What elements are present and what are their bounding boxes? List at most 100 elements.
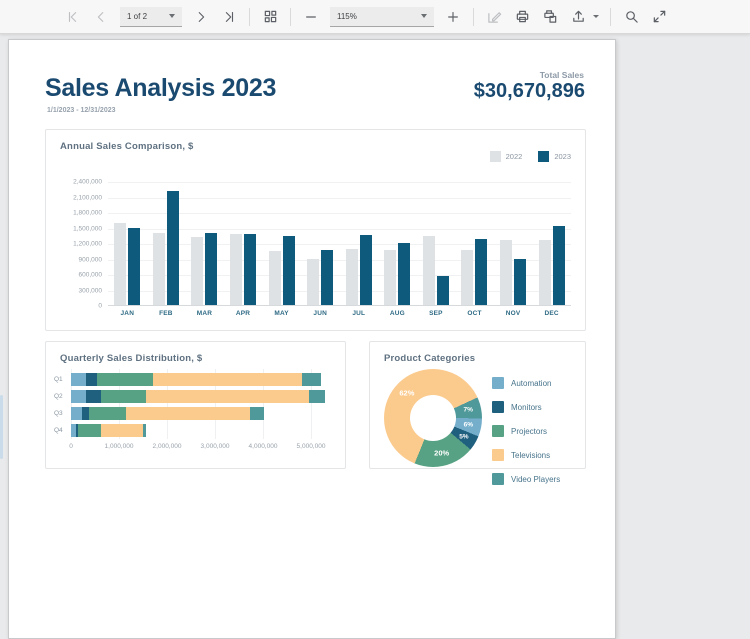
y-axis-tick: 1,200,000 bbox=[56, 241, 102, 248]
legend-label: 2023 bbox=[554, 152, 571, 161]
segment-monitors bbox=[86, 390, 101, 403]
chevron-down-icon bbox=[169, 14, 175, 18]
quarterly-x-axis: 01,000,0002,000,0003,000,0004,000,0005,0… bbox=[71, 443, 321, 453]
bar-2022 bbox=[191, 237, 203, 305]
legend-item: Video Players bbox=[492, 467, 560, 491]
zoom-in-button[interactable] bbox=[440, 4, 466, 30]
x-axis-label: JAN bbox=[108, 310, 147, 317]
x-axis-label: OCT bbox=[455, 310, 494, 317]
segment-projectors bbox=[78, 424, 101, 437]
y-axis-tick: 2,100,000 bbox=[56, 194, 102, 201]
last-page-button[interactable] bbox=[216, 4, 242, 30]
annual-y-axis: 2,400,0002,100,0001,800,0001,500,0001,20… bbox=[56, 182, 102, 306]
page-number-select[interactable]: 1 of 2 bbox=[120, 7, 182, 27]
print-page-button[interactable] bbox=[537, 4, 563, 30]
export-up-icon bbox=[571, 9, 586, 24]
bar-2022 bbox=[384, 250, 396, 305]
legend-swatch bbox=[492, 425, 504, 437]
segment-video-players bbox=[309, 390, 325, 403]
bar-2023 bbox=[553, 226, 565, 305]
fullscreen-icon bbox=[652, 9, 667, 24]
zoom-out-button[interactable] bbox=[298, 4, 324, 30]
bar-2023 bbox=[514, 259, 526, 306]
segment-video-players bbox=[250, 407, 264, 420]
x-axis-tick: 0 bbox=[69, 443, 73, 450]
quarterly-bars: Q1Q2Q3Q4 bbox=[54, 371, 339, 439]
annual-sales-panel: Annual Sales Comparison, $ 2022 2023 2,40… bbox=[45, 129, 586, 331]
x-axis-tick: 2,000,000 bbox=[153, 443, 182, 450]
bar-2022 bbox=[346, 249, 358, 305]
quarter-row: Q1 bbox=[54, 371, 339, 388]
viewer-toolbar: 1 of 2 115% bbox=[0, 0, 750, 34]
segment-monitors bbox=[82, 407, 90, 420]
export-dropdown-caret-icon[interactable] bbox=[593, 15, 599, 18]
bar-2022 bbox=[230, 234, 242, 305]
plus-icon bbox=[446, 10, 460, 24]
zoom-level-select[interactable]: 115% bbox=[330, 7, 434, 27]
highlight-editing-button[interactable] bbox=[481, 4, 507, 30]
printer-page-icon bbox=[543, 9, 558, 24]
pie-legend: AutomationMonitorsProjectorsTelevisionsV… bbox=[492, 371, 560, 491]
zoom-level-value: 115% bbox=[337, 12, 357, 21]
toolbar-separator bbox=[249, 8, 250, 26]
donut-hole bbox=[410, 395, 456, 441]
segment-monitors bbox=[86, 373, 97, 386]
export-button[interactable] bbox=[565, 4, 591, 30]
toolbar-separator bbox=[290, 8, 291, 26]
legend-swatch bbox=[492, 473, 504, 485]
bar-2023 bbox=[475, 239, 487, 305]
segment-automation bbox=[71, 407, 82, 420]
segment-televisions bbox=[101, 424, 144, 437]
bar-group bbox=[224, 181, 263, 305]
slice-label: 5% bbox=[459, 433, 468, 440]
x-axis-label: JUN bbox=[301, 310, 340, 317]
bar-2022 bbox=[269, 251, 281, 305]
donut-chart: 62%7%6%5%20% bbox=[384, 369, 482, 467]
bar-group bbox=[185, 181, 224, 305]
vertical-scrollbar[interactable] bbox=[0, 395, 3, 459]
last-page-icon bbox=[222, 10, 236, 24]
next-page-button[interactable] bbox=[188, 4, 214, 30]
quarter-label: Q2 bbox=[54, 393, 67, 400]
page-number-value: 1 of 2 bbox=[127, 12, 147, 21]
legend-label: Televisions bbox=[511, 451, 550, 460]
bar-2023 bbox=[167, 191, 179, 305]
legend-item: Automation bbox=[492, 371, 560, 395]
chevron-down-icon bbox=[421, 14, 427, 18]
segment-televisions bbox=[153, 373, 302, 386]
bar-group bbox=[147, 181, 186, 305]
quarter-row: Q4 bbox=[54, 422, 339, 439]
legend-swatch bbox=[492, 401, 504, 413]
legend-label: 2022 bbox=[506, 152, 523, 161]
first-page-button[interactable] bbox=[60, 4, 86, 30]
multipage-view-button[interactable] bbox=[257, 4, 283, 30]
previous-page-button[interactable] bbox=[88, 4, 114, 30]
bar-2022 bbox=[423, 236, 435, 305]
bar-group bbox=[417, 181, 456, 305]
print-button[interactable] bbox=[509, 4, 535, 30]
total-sales-value: $30,670,896 bbox=[474, 80, 585, 103]
document-viewport: Sales Analysis 2023 1/1/2023 - 12/31/202… bbox=[0, 35, 750, 476]
x-axis-label: NOV bbox=[494, 310, 533, 317]
toolbar-separator bbox=[473, 8, 474, 26]
chevron-left-icon bbox=[94, 10, 108, 24]
quarter-row: Q2 bbox=[54, 388, 339, 405]
fullscreen-button[interactable] bbox=[646, 4, 672, 30]
slice-label: 62% bbox=[399, 389, 414, 398]
bar-group bbox=[301, 181, 340, 305]
toolbar-separator bbox=[610, 8, 611, 26]
annual-chart-title: Annual Sales Comparison, $ bbox=[60, 141, 193, 152]
bar-2023 bbox=[205, 233, 217, 305]
bar-2023 bbox=[398, 243, 410, 306]
legend-swatch bbox=[490, 151, 501, 162]
bar-group bbox=[108, 181, 147, 305]
segment-projectors bbox=[97, 373, 153, 386]
slice-label: 7% bbox=[463, 407, 472, 414]
x-axis-label: SEP bbox=[417, 310, 456, 317]
segment-televisions bbox=[146, 390, 309, 403]
stacked-bar bbox=[71, 390, 325, 403]
legend-swatch bbox=[492, 377, 504, 389]
search-button[interactable] bbox=[618, 4, 644, 30]
edit-pencil-icon bbox=[487, 9, 502, 24]
quarterly-sales-panel: Quarterly Sales Distribution, $ Q1Q2Q3Q4… bbox=[45, 341, 346, 469]
